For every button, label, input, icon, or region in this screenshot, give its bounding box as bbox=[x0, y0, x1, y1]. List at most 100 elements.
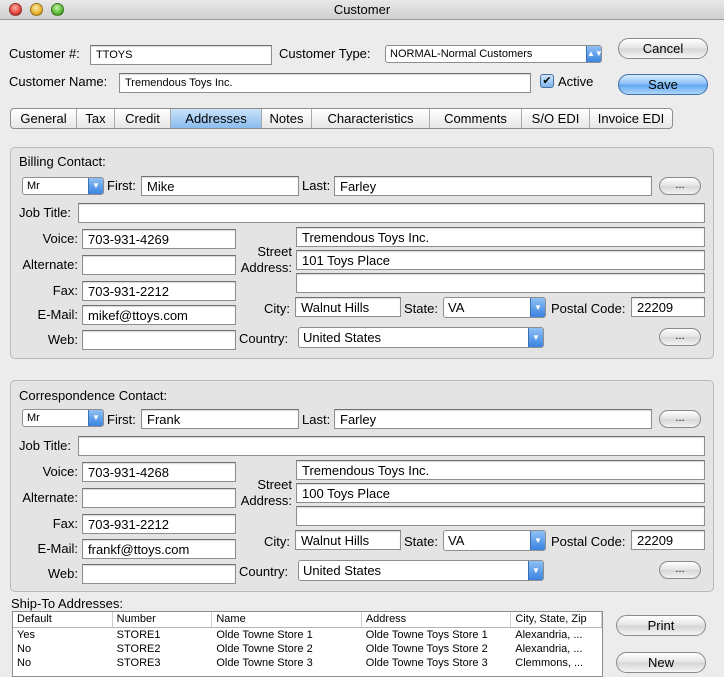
column-header-number[interactable]: Number bbox=[113, 612, 213, 627]
corr-state-select[interactable]: VA ▼ bbox=[443, 530, 546, 551]
billing-first-name-input[interactable]: Mike bbox=[141, 176, 299, 196]
dropdown-arrow-icon: ▼ bbox=[530, 531, 545, 550]
fax-label: Fax: bbox=[52, 283, 78, 298]
corr-honorific-value: Mr bbox=[27, 412, 40, 424]
corr-alternate-input[interactable] bbox=[82, 488, 236, 508]
billing-city-input[interactable]: Walnut Hills bbox=[295, 297, 401, 317]
voice-label: Voice: bbox=[42, 231, 78, 246]
billing-address-line2[interactable]: 101 Toys Place bbox=[296, 250, 705, 270]
billing-contact-title: Billing Contact: bbox=[19, 154, 106, 169]
job-title-label: Job Title: bbox=[19, 438, 72, 453]
corr-first-name-input[interactable]: Frank bbox=[141, 409, 299, 429]
street-label-line2: Address: bbox=[240, 260, 292, 275]
billing-honorific-value: Mr bbox=[27, 180, 40, 192]
country-label: Country: bbox=[239, 331, 289, 346]
dropdown-arrow-icon: ▼ bbox=[88, 410, 103, 426]
billing-web-input[interactable] bbox=[82, 330, 236, 350]
billing-country-value: United States bbox=[303, 330, 382, 345]
cell-city-state-zip: Clemmons, ... bbox=[515, 657, 584, 669]
corr-postal-code-input[interactable]: 22209 bbox=[631, 530, 705, 550]
new-button[interactable]: New bbox=[616, 652, 706, 673]
corr-city-input[interactable]: Walnut Hills bbox=[295, 530, 401, 550]
dropdown-arrow-icon: ▲▼ bbox=[586, 46, 601, 62]
tab-so-edi[interactable]: S/O EDI bbox=[522, 109, 590, 128]
print-button[interactable]: Print bbox=[616, 615, 706, 636]
cancel-button[interactable]: Cancel bbox=[618, 38, 708, 59]
tab-addresses[interactable]: Addresses bbox=[171, 109, 262, 128]
cell-address: Olde Towne Toys Store 1 bbox=[365, 629, 488, 641]
active-checkbox[interactable]: ✔ bbox=[540, 74, 554, 88]
billing-address-line3[interactable] bbox=[296, 273, 705, 293]
postal-code-label: Postal Code: bbox=[551, 301, 626, 316]
corr-job-title-input[interactable] bbox=[78, 436, 705, 456]
tab-tax[interactable]: Tax bbox=[77, 109, 115, 128]
email-label: E-Mail: bbox=[37, 307, 78, 322]
dropdown-arrow-icon: ▼ bbox=[88, 178, 103, 194]
corr-voice-input[interactable]: 703-931-4268 bbox=[82, 462, 236, 482]
tab-invoice-edi[interactable]: Invoice EDI bbox=[590, 109, 672, 128]
table-row[interactable]: No STORE2 Olde Towne Store 2 Olde Towne … bbox=[13, 642, 602, 656]
tab-characteristics[interactable]: Characteristics bbox=[312, 109, 430, 128]
street-label-line1: Street bbox=[257, 477, 292, 492]
tab-bar: General Tax Credit Addresses Notes Chara… bbox=[10, 108, 673, 129]
table-row[interactable]: Yes STORE1 Olde Towne Store 1 Olde Towne… bbox=[13, 628, 602, 642]
table-row[interactable]: No STORE3 Olde Towne Store 3 Olde Towne … bbox=[13, 656, 602, 670]
cell-name: Olde Towne Store 3 bbox=[216, 657, 313, 669]
title-bar: Customer bbox=[0, 0, 724, 20]
city-label: City: bbox=[264, 534, 290, 549]
corr-state-value: VA bbox=[448, 533, 465, 548]
cell-address: Olde Towne Toys Store 2 bbox=[365, 643, 488, 655]
billing-name-more-button[interactable]: ... bbox=[659, 177, 701, 195]
billing-job-title-input[interactable] bbox=[78, 203, 705, 223]
tab-comments[interactable]: Comments bbox=[430, 109, 522, 128]
billing-address-line1[interactable]: Tremendous Toys Inc. bbox=[296, 227, 705, 247]
billing-state-value: VA bbox=[448, 300, 465, 315]
corr-fax-input[interactable]: 703-931-2212 bbox=[82, 514, 236, 534]
corr-address-more-button[interactable]: ... bbox=[659, 561, 701, 579]
tab-general[interactable]: General bbox=[11, 109, 77, 128]
customer-type-value: NORMAL-Normal Customers bbox=[390, 48, 533, 60]
billing-voice-input[interactable]: 703-931-4269 bbox=[82, 229, 236, 249]
billing-honorific-select[interactable]: Mr ▼ bbox=[22, 177, 104, 195]
billing-postal-code-input[interactable]: 22209 bbox=[631, 297, 705, 317]
billing-address-more-button[interactable]: ... bbox=[659, 328, 701, 346]
customer-name-input[interactable]: Tremendous Toys Inc. bbox=[119, 73, 531, 93]
last-name-label: Last: bbox=[302, 178, 331, 193]
column-header-name[interactable]: Name bbox=[212, 612, 362, 627]
dropdown-arrow-icon: ▼ bbox=[528, 561, 543, 580]
column-header-address[interactable]: Address bbox=[362, 612, 512, 627]
correspondence-contact-title: Correspondence Contact: bbox=[19, 388, 168, 403]
web-label: Web: bbox=[47, 332, 78, 347]
corr-last-name-input[interactable]: Farley bbox=[334, 409, 652, 429]
billing-country-select[interactable]: United States ▼ bbox=[298, 327, 544, 348]
billing-alternate-input[interactable] bbox=[82, 255, 236, 275]
corr-country-value: United States bbox=[303, 563, 382, 578]
corr-address-line2[interactable]: 100 Toys Place bbox=[296, 483, 705, 503]
customer-number-label: Customer #: bbox=[9, 46, 80, 61]
billing-email-input[interactable]: mikef@ttoys.com bbox=[82, 305, 236, 325]
corr-country-select[interactable]: United States ▼ bbox=[298, 560, 544, 581]
window-title: Customer bbox=[333, 2, 391, 17]
billing-state-select[interactable]: VA ▼ bbox=[443, 297, 546, 318]
corr-name-more-button[interactable]: ... bbox=[659, 410, 701, 428]
billing-last-name-input[interactable]: Farley bbox=[334, 176, 652, 196]
corr-email-input[interactable]: frankf@ttoys.com bbox=[82, 539, 236, 559]
cell-city-state-zip: Alexandria, ... bbox=[515, 643, 583, 655]
customer-number-input[interactable]: TTOYS bbox=[90, 45, 272, 65]
customer-type-select[interactable]: NORMAL-Normal Customers ▲▼ bbox=[385, 45, 602, 63]
corr-honorific-select[interactable]: Mr ▼ bbox=[22, 409, 104, 427]
corr-address-line1[interactable]: Tremendous Toys Inc. bbox=[296, 460, 705, 480]
email-label: E-Mail: bbox=[37, 541, 78, 556]
corr-web-input[interactable] bbox=[82, 564, 236, 584]
column-header-default[interactable]: Default bbox=[13, 612, 113, 627]
column-header-city-state-zip[interactable]: City, State, Zip bbox=[511, 612, 602, 627]
tab-notes[interactable]: Notes bbox=[262, 109, 312, 128]
street-label-line1: Street bbox=[257, 244, 292, 259]
cell-city-state-zip: Alexandria, ... bbox=[515, 629, 583, 641]
city-label: City: bbox=[264, 301, 290, 316]
billing-fax-input[interactable]: 703-931-2212 bbox=[82, 281, 236, 301]
corr-address-line3[interactable] bbox=[296, 506, 705, 526]
tab-credit[interactable]: Credit bbox=[115, 109, 171, 128]
ship-to-table: Default Number Name Address City, State,… bbox=[12, 611, 603, 677]
save-button[interactable]: Save bbox=[618, 74, 708, 95]
